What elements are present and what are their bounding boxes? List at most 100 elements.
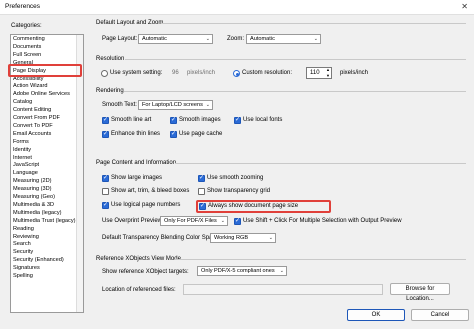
page-layout-label: Page Layout: — [102, 36, 138, 42]
zoom-label: Zoom: — [227, 36, 245, 42]
cancel-button[interactable]: Cancel — [411, 309, 469, 321]
category-item[interactable]: Measuring (3D) — [13, 186, 52, 194]
smooth-line-art-label: Smooth line art — [111, 117, 152, 123]
selected-category-highlight — [8, 64, 82, 77]
custom-resolution-units: pixels/inch — [340, 70, 369, 76]
system-setting-radio[interactable] — [101, 70, 108, 77]
title-bar — [0, 0, 474, 15]
category-item[interactable]: Signatures — [13, 265, 40, 273]
category-item[interactable]: Multimedia (legacy) — [13, 210, 62, 218]
category-item[interactable]: JavaScript — [13, 162, 39, 170]
show-transparency-grid-checkbox[interactable] — [198, 188, 205, 195]
category-item[interactable]: Multimedia & 3D — [13, 202, 54, 210]
always-show-doc-size-highlight — [196, 200, 331, 213]
show-targets-label: Show reference XObject targets: — [102, 269, 189, 275]
zoom-value: Automatic — [250, 36, 275, 42]
custom-resolution-radio[interactable] — [233, 70, 240, 77]
blending-space-label: Default Transparency Blending Color Spac… — [102, 235, 221, 241]
page-layout-value: Automatic — [142, 36, 167, 42]
category-item[interactable]: Security (Enhanced) — [13, 257, 64, 265]
custom-resolution-label: Custom resolution: — [242, 70, 293, 76]
system-resolution-value: 96 — [172, 70, 179, 76]
enhance-thin-lines-checkbox[interactable]: ✓ — [102, 131, 109, 138]
categories-label: Categories: — [11, 23, 42, 29]
system-resolution-units: pixels/inch — [187, 70, 216, 76]
show-art-trim-bleed-checkbox[interactable] — [102, 188, 109, 195]
show-large-images-checkbox[interactable]: ✓ — [102, 175, 109, 182]
overprint-preview-label: Use Overprint Preview: — [102, 218, 164, 224]
rendering-section-title: Rendering — [96, 88, 124, 94]
chevron-down-icon: ⌄ — [268, 235, 273, 241]
smooth-line-art-checkbox[interactable]: ✓ — [102, 117, 109, 124]
location-field[interactable] — [183, 284, 383, 295]
category-item[interactable]: Identity — [13, 147, 31, 155]
enhance-thin-lines-label: Enhance thin lines — [111, 131, 161, 137]
chevron-down-icon: ⌄ — [205, 102, 210, 108]
smooth-images-checkbox[interactable]: ✓ — [170, 117, 177, 124]
chevron-down-icon: ⌄ — [220, 218, 225, 224]
overprint-preview-value: Only For PDF/X Files — [164, 218, 217, 224]
category-item[interactable]: Forms — [13, 139, 29, 147]
category-item[interactable]: Multimedia Trust (legacy) — [13, 218, 75, 226]
category-item[interactable]: Internet — [13, 155, 32, 163]
close-icon[interactable]: ✕ — [461, 2, 468, 11]
show-art-trim-bleed-label: Show art, trim, & bleed boxes — [111, 188, 190, 194]
chevron-down-icon: ⌄ — [279, 268, 284, 274]
use-smooth-zooming-checkbox[interactable]: ✓ — [198, 175, 205, 182]
use-page-cache-label: Use page cache — [179, 131, 223, 137]
chevron-down-icon: ⌄ — [313, 36, 318, 42]
use-local-fonts-checkbox[interactable]: ✓ — [234, 117, 241, 124]
category-item[interactable]: Reading — [13, 226, 34, 234]
category-item[interactable]: Full Screen — [13, 52, 41, 60]
divider — [124, 91, 466, 92]
category-item[interactable]: Measuring (Geo) — [13, 194, 55, 202]
custom-resolution-value: 110 — [310, 70, 320, 76]
xobjects-section-title: Reference XObjects View Mode — [96, 256, 181, 262]
smooth-images-label: Smooth images — [179, 117, 221, 123]
spin-up-icon[interactable]: ▲ — [326, 67, 330, 72]
category-item[interactable]: Convert To PDF — [13, 123, 53, 131]
category-item[interactable]: Email Accounts — [13, 131, 51, 139]
category-item[interactable]: Content Editing — [13, 107, 51, 115]
use-logical-page-numbers-checkbox[interactable]: ✓ — [102, 202, 109, 209]
layout-zoom-section-title: Default Layout and Zoom — [96, 20, 164, 26]
category-item[interactable]: Convert From PDF — [13, 115, 60, 123]
overprint-preview-select[interactable]: Only For PDF/X Files ⌄ — [160, 216, 228, 226]
category-item[interactable]: Spelling — [13, 273, 33, 281]
category-item[interactable]: Catalog — [13, 99, 32, 107]
browse-location-button[interactable]: Browse for Location... — [390, 283, 450, 302]
shift-click-checkbox[interactable]: ✓ — [234, 218, 241, 225]
blending-space-value: Working RGB — [214, 235, 249, 241]
show-targets-value: Only PDF/X-5 compliant ones — [201, 268, 275, 274]
category-item[interactable]: Measuring (2D) — [13, 178, 52, 186]
category-item[interactable]: Reviewing — [13, 234, 39, 242]
shift-click-label: Use Shift + Click For Multiple Selection… — [243, 218, 402, 224]
location-label: Location of referenced files: — [102, 287, 176, 293]
use-page-cache-checkbox[interactable]: ✓ — [170, 131, 177, 138]
divider — [175, 259, 466, 260]
smooth-text-value: For Laptop/LCD screens — [142, 102, 203, 108]
show-targets-select[interactable]: Only PDF/X-5 compliant ones ⌄ — [197, 266, 287, 276]
spin-down-icon[interactable]: ▼ — [326, 73, 330, 78]
category-item[interactable]: Adobe Online Services — [13, 91, 70, 99]
show-large-images-label: Show large images — [111, 175, 163, 181]
divider — [162, 23, 466, 24]
category-item[interactable]: Search — [13, 241, 31, 249]
blending-space-select[interactable]: Working RGB ⌄ — [210, 233, 276, 243]
ok-button[interactable]: OK — [347, 309, 405, 321]
divider — [175, 163, 466, 164]
smooth-text-select[interactable]: For Laptop/LCD screens ⌄ — [138, 100, 213, 110]
category-item[interactable]: Action Wizard — [13, 83, 48, 91]
system-setting-label: Use system setting: — [110, 70, 163, 76]
category-item[interactable]: Documents — [13, 44, 41, 52]
use-local-fonts-label: Use local fonts — [243, 117, 283, 123]
show-transparency-grid-label: Show transparency grid — [207, 188, 271, 194]
category-item[interactable]: Commenting — [13, 36, 45, 44]
category-item[interactable]: Language — [13, 170, 38, 178]
divider — [125, 59, 466, 60]
use-smooth-zooming-label: Use smooth zooming — [207, 175, 264, 181]
custom-resolution-input[interactable]: 110 ▲ ▼ — [306, 67, 332, 79]
zoom-select[interactable]: Automatic ⌄ — [246, 34, 321, 44]
category-item[interactable]: Security — [13, 249, 33, 257]
page-layout-select[interactable]: Automatic ⌄ — [138, 34, 213, 44]
